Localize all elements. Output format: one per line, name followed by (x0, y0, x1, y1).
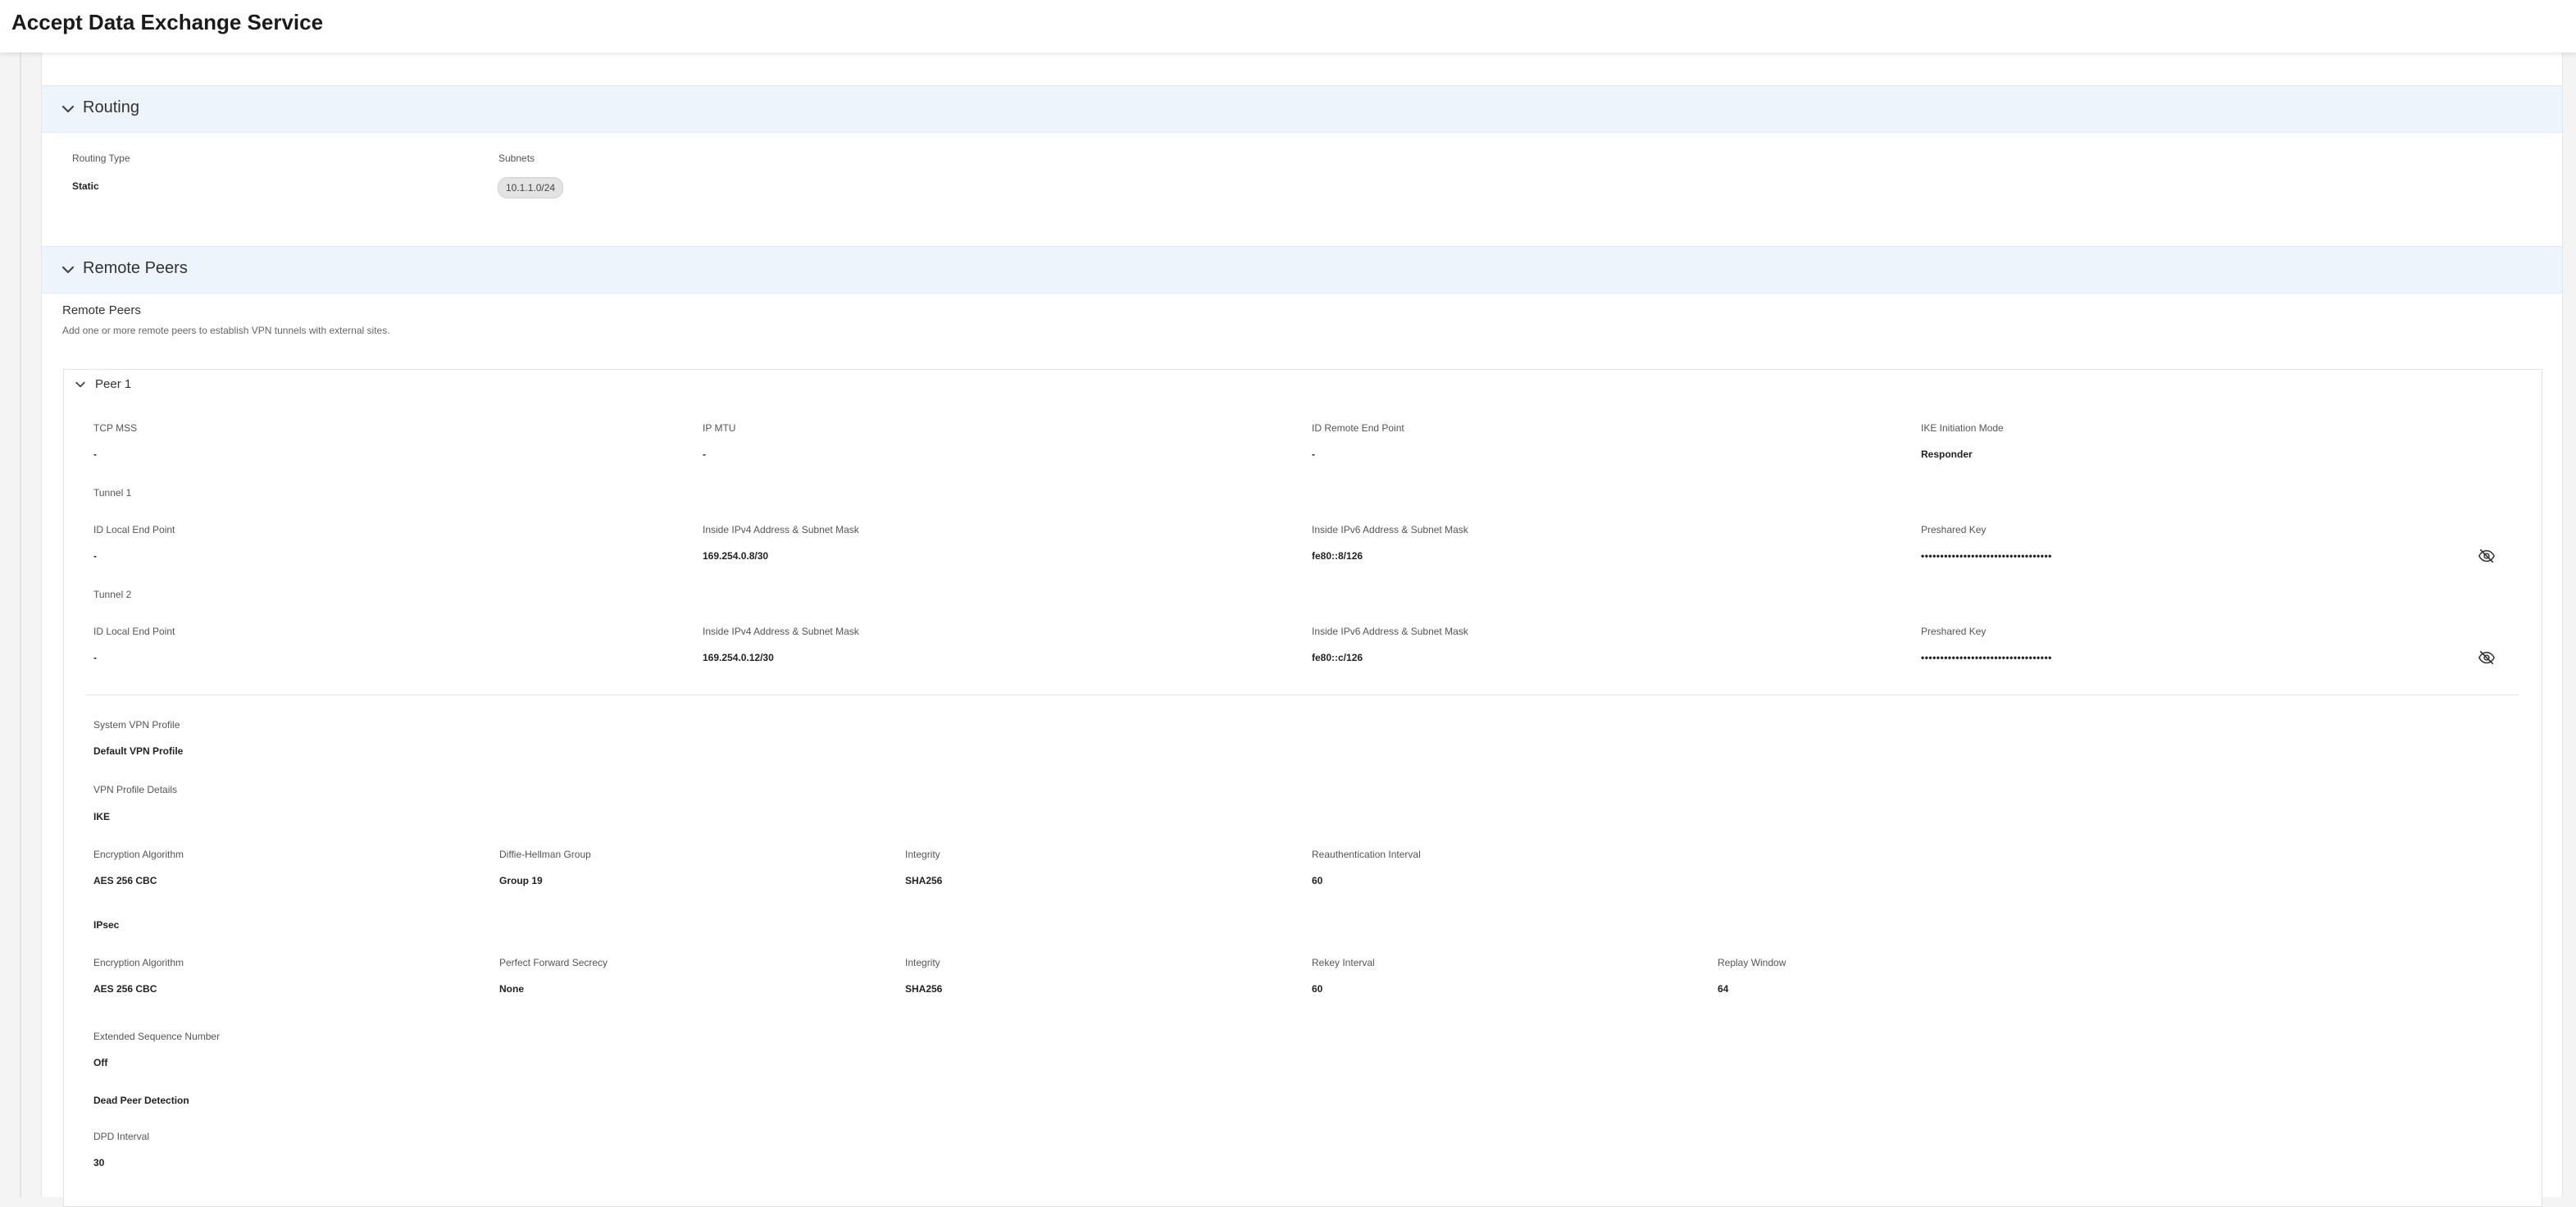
ike-dh-group-value: Group 19 (499, 875, 543, 886)
peer-title: Peer 1 (95, 377, 132, 391)
ike-encryption-label: Encryption Algorithm (93, 849, 184, 860)
inside-ipv6-label: Inside IPv6 Address & Subnet Mask (1312, 524, 1468, 535)
tcp-mss-label: TCP MSS (93, 422, 138, 434)
inside-ipv6-value: fe80::8/126 (1312, 550, 1363, 562)
routing-section-title: Routing (83, 98, 139, 116)
esn-value: Off (93, 1057, 108, 1068)
ipsec-pfs-value: None (499, 983, 524, 995)
ipsec-integrity-value: SHA256 (905, 983, 943, 995)
chevron-down-icon[interactable] (60, 101, 76, 117)
page-header: Accept Data Exchange Service (0, 0, 2576, 52)
left-rail (0, 52, 21, 1197)
preshared-key-label: Preshared Key (1921, 626, 1987, 637)
id-local-end-point-label: ID Local End Point (93, 524, 175, 535)
ipsec-replay-window-label: Replay Window (1718, 957, 1786, 968)
ike-reauth-interval-value: 60 (1312, 875, 1323, 886)
ipsec-encryption-value: AES 256 CBC (93, 983, 157, 995)
ike-dh-group-label: Diffie-Hellman Group (499, 849, 591, 860)
peer-header[interactable]: Peer 1 (64, 370, 310, 399)
page-title: Accept Data Exchange Service (11, 10, 324, 34)
main-content: Routing Routing Type Static Subnets 10.1… (41, 52, 2563, 1207)
ike-initiation-mode-label: IKE Initiation Mode (1921, 422, 2004, 434)
id-local-end-point-label: ID Local End Point (93, 626, 175, 637)
system-vpn-profile-label: System VPN Profile (93, 719, 180, 731)
ipsec-rekey-interval-label: Rekey Interval (1312, 957, 1375, 968)
ipsec-integrity-label: Integrity (905, 957, 940, 968)
preshared-key-value: •••••••••••••••••••••••••••••••••• (1921, 652, 2052, 663)
routing-section-header[interactable]: Routing (42, 85, 2562, 133)
ip-mtu-label: IP MTU (703, 422, 736, 434)
routing-type-value: Static (72, 180, 99, 192)
ipsec-replay-window-value: 64 (1718, 983, 1729, 995)
ike-integrity-value: SHA256 (905, 875, 943, 886)
id-remote-end-point-value: - (1312, 449, 1315, 460)
inside-ipv4-label: Inside IPv4 Address & Subnet Mask (703, 626, 859, 637)
esn-label: Extended Sequence Number (93, 1031, 221, 1042)
remote-peers-subtitle: Remote Peers (62, 303, 141, 317)
ike-initiation-mode-value: Responder (1921, 449, 1973, 460)
preshared-key-label: Preshared Key (1921, 524, 1987, 535)
ipsec-heading: IPsec (93, 919, 120, 931)
tcp-mss-value: - (93, 449, 97, 460)
inside-ipv4-value: 169.254.0.12/30 (703, 652, 774, 663)
ike-reauth-interval-label: Reauthentication Interval (1312, 849, 1421, 860)
system-vpn-profile-value: Default VPN Profile (93, 745, 184, 757)
ipsec-rekey-interval-value: 60 (1312, 983, 1323, 995)
id-local-end-point-value: - (93, 652, 97, 663)
chevron-down-icon[interactable] (60, 262, 76, 278)
peer-card: Peer 1 TCP MSS - IP MTU - ID Remote End … (63, 369, 2542, 1207)
ike-encryption-value: AES 256 CBC (93, 875, 157, 886)
eye-slash-icon[interactable] (2478, 649, 2496, 667)
tunnel-2-title: Tunnel 2 (93, 589, 132, 600)
vpn-profile-details-label: VPN Profile Details (93, 784, 178, 795)
tunnel-1-title: Tunnel 1 (93, 487, 132, 499)
dpd-heading: Dead Peer Detection (93, 1095, 189, 1106)
inside-ipv4-label: Inside IPv4 Address & Subnet Mask (703, 524, 859, 535)
ipsec-encryption-label: Encryption Algorithm (93, 957, 184, 968)
dpd-interval-value: 30 (93, 1157, 105, 1168)
inside-ipv6-label: Inside IPv6 Address & Subnet Mask (1312, 626, 1468, 637)
dpd-interval-label: DPD Interval (93, 1131, 150, 1142)
subnets-label: Subnets (498, 153, 535, 164)
remote-peers-section-header[interactable]: Remote Peers (42, 246, 2562, 294)
ike-heading: IKE (93, 811, 111, 822)
chevron-down-icon[interactable] (74, 378, 87, 391)
subnet-chip: 10.1.1.0/24 (498, 177, 564, 198)
ipsec-pfs-label: Perfect Forward Secrecy (499, 957, 608, 968)
routing-type-label: Routing Type (72, 153, 130, 164)
preshared-key-value: •••••••••••••••••••••••••••••••••• (1921, 550, 2052, 562)
remote-peers-section-title: Remote Peers (83, 259, 188, 277)
inside-ipv6-value: fe80::c/126 (1312, 652, 1363, 663)
id-remote-end-point-label: ID Remote End Point (1312, 422, 1404, 434)
ike-integrity-label: Integrity (905, 849, 940, 860)
id-local-end-point-value: - (93, 550, 97, 562)
inside-ipv4-value: 169.254.0.8/30 (703, 550, 769, 562)
remote-peers-description: Add one or more remote peers to establis… (62, 325, 390, 336)
ip-mtu-value: - (703, 449, 706, 460)
eye-slash-icon[interactable] (2478, 547, 2496, 565)
